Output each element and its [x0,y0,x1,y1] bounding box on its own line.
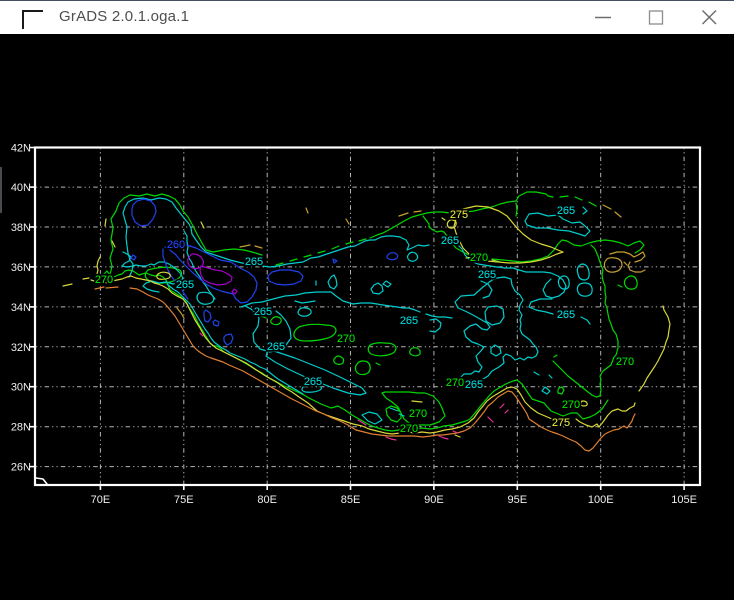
svg-text:34N: 34N [11,302,31,314]
svg-text:80E: 80E [257,494,277,506]
svg-text:265: 265 [478,269,496,281]
svg-text:275: 275 [450,209,468,221]
svg-text:265: 265 [557,309,575,321]
svg-text:95E: 95E [508,494,528,506]
svg-text:36N: 36N [11,262,31,274]
svg-text:38N: 38N [11,222,31,234]
svg-text:75E: 75E [174,494,194,506]
svg-text:265: 265 [267,341,285,353]
svg-text:270: 270 [470,252,488,264]
svg-text:260: 260 [167,239,185,251]
svg-text:265: 265 [400,315,418,327]
svg-text:70E: 70E [91,494,111,506]
svg-text:270: 270 [400,423,418,435]
svg-text:28N: 28N [11,422,31,434]
svg-text:90E: 90E [424,494,444,506]
svg-text:270: 270 [95,274,113,286]
svg-text:105E: 105E [671,494,697,506]
svg-text:265: 265 [176,279,194,291]
svg-text:270: 270 [562,399,580,411]
svg-text:275: 275 [552,417,570,429]
svg-text:85E: 85E [341,494,361,506]
svg-text:26N: 26N [11,462,31,474]
svg-text:265: 265 [441,235,459,247]
svg-text:265: 265 [465,379,483,391]
svg-text:270: 270 [446,377,464,389]
svg-text:270: 270 [616,356,634,368]
svg-text:32N: 32N [11,342,31,354]
svg-text:30N: 30N [11,382,31,394]
svg-text:100E: 100E [588,494,614,506]
svg-text:270: 270 [409,408,427,420]
svg-text:265: 265 [254,306,272,318]
svg-text:270: 270 [337,333,355,345]
svg-text:265: 265 [557,205,575,217]
svg-text:265: 265 [304,376,322,388]
svg-text:42N: 42N [11,143,31,155]
svg-text:40N: 40N [11,182,31,194]
svg-text:265: 265 [245,256,263,268]
